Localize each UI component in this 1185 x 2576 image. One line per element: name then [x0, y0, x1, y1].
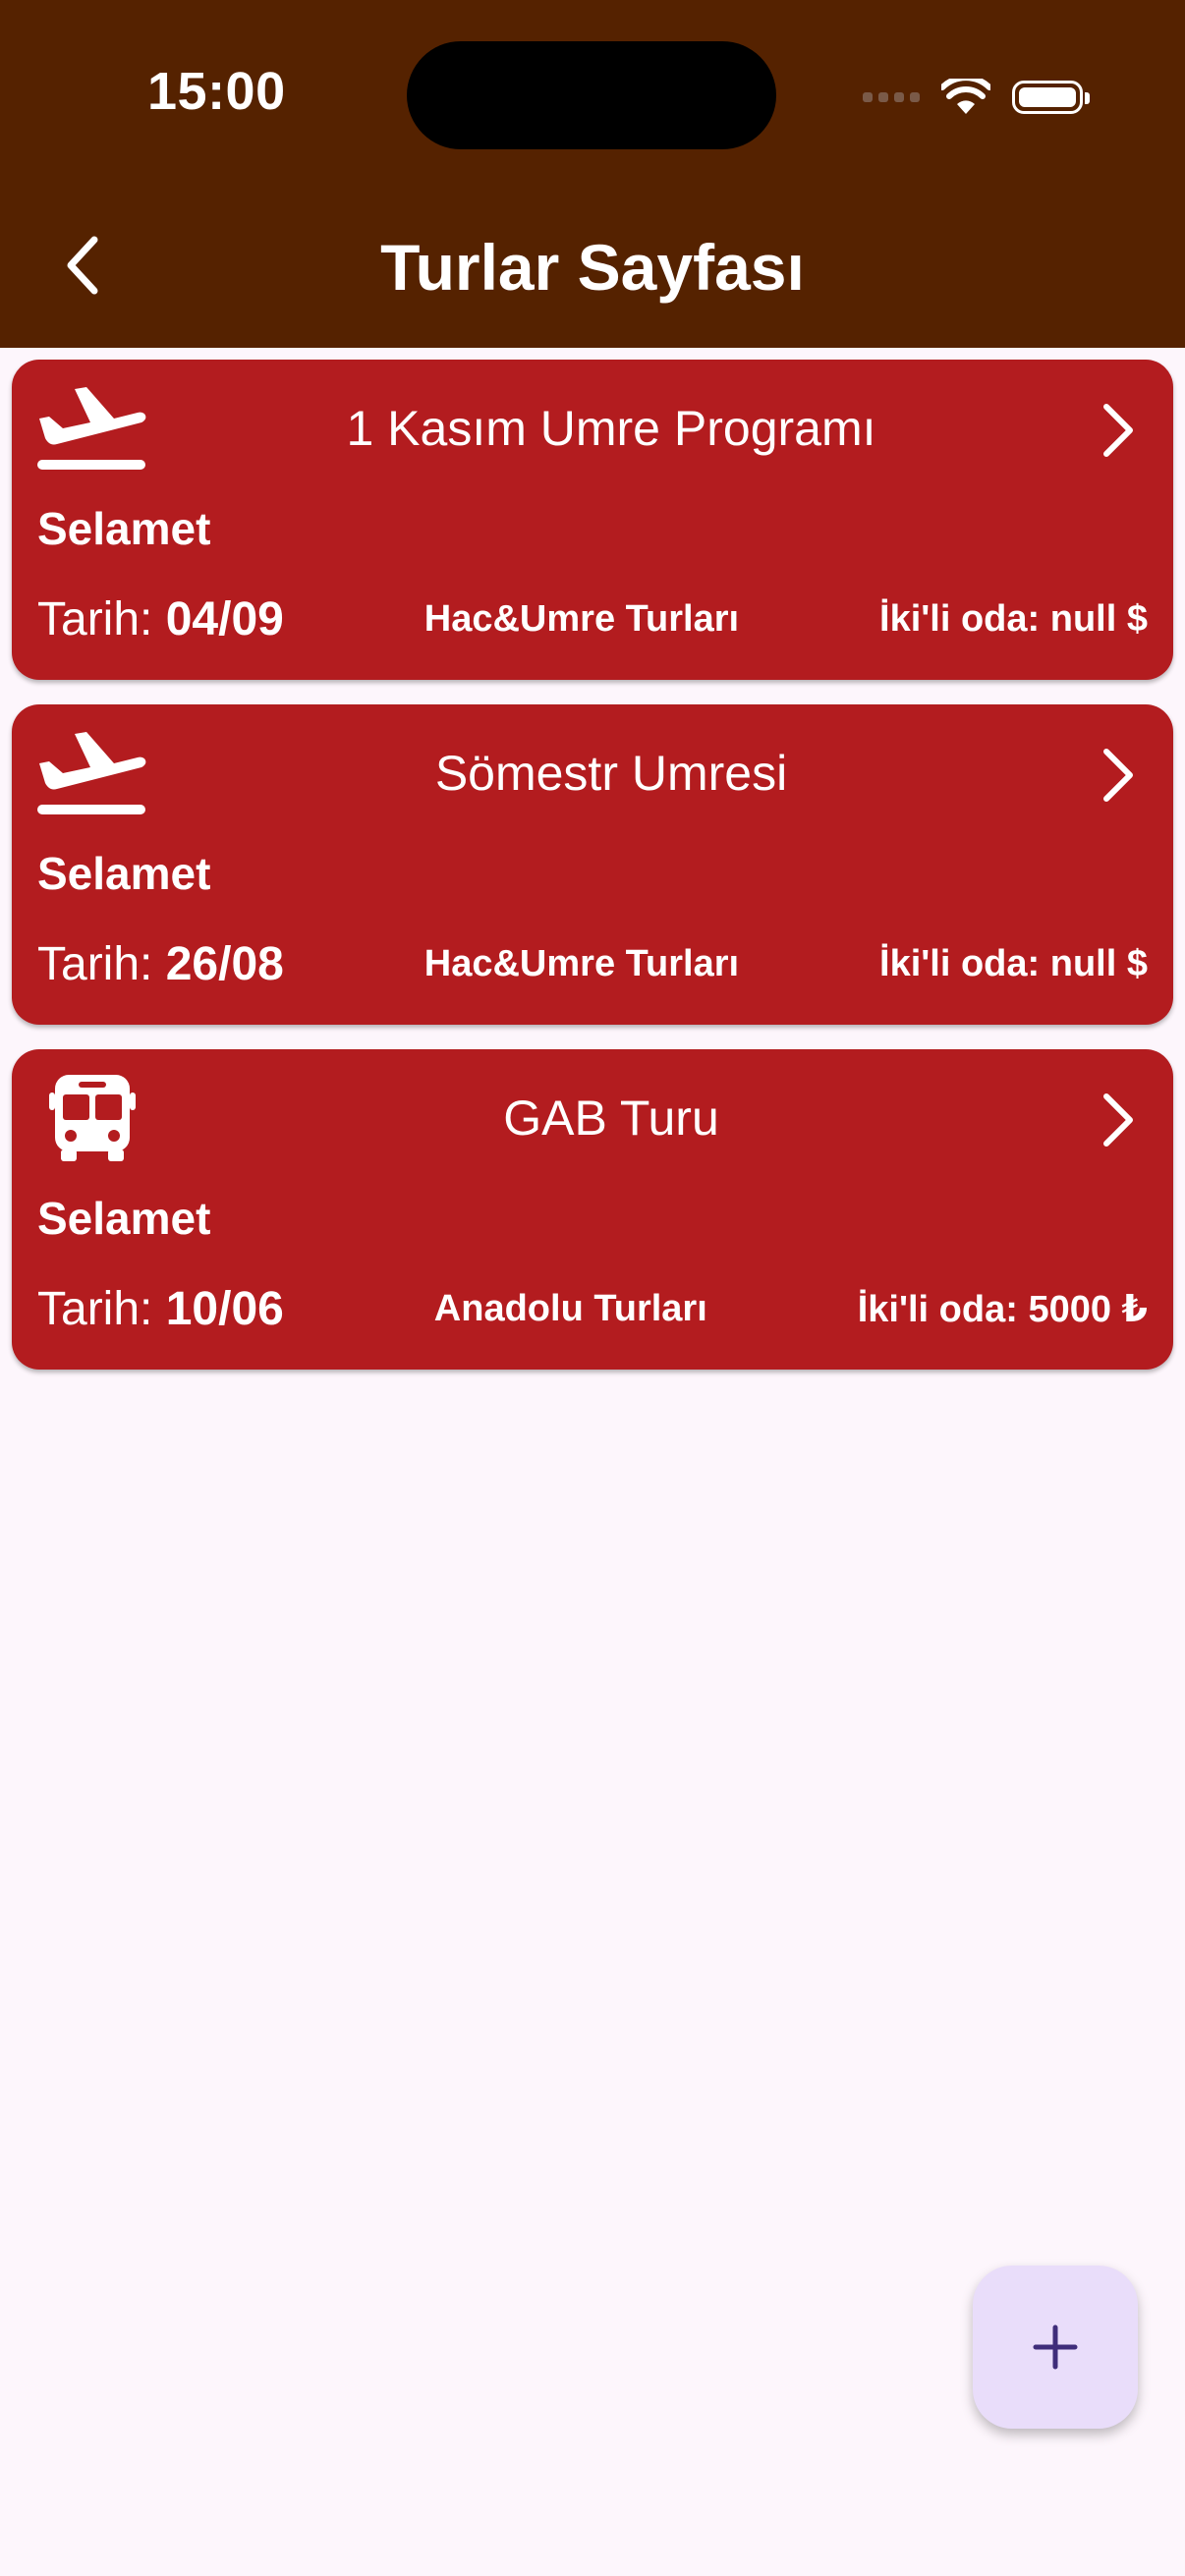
- tour-category: Anadolu Turları: [433, 1287, 707, 1329]
- chevron-right-icon: [1103, 1093, 1133, 1147]
- tour-date: Tarih: 04/09: [37, 592, 284, 646]
- date-value: 10/06: [165, 1282, 284, 1335]
- tour-title: Sömestr Umresi: [434, 746, 788, 801]
- date-label: Tarih:: [37, 592, 153, 645]
- tour-card[interactable]: 1 Kasım Umre Programı Selamet Tarih: 04/…: [12, 360, 1173, 680]
- tour-date: Tarih: 26/08: [37, 937, 284, 991]
- tour-title: 1 Kasım Umre Programı: [346, 401, 876, 456]
- tour-price: İki'li oda: 5000 ₺: [857, 1288, 1148, 1330]
- date-label: Tarih:: [37, 1282, 153, 1335]
- tour-card[interactable]: GAB Turu Selamet Tarih: 10/06 Anadolu Tu…: [12, 1049, 1173, 1370]
- tour-company: Selamet: [37, 503, 211, 554]
- tour-card[interactable]: Sömestr Umresi Selamet Tarih: 26/08 Hac&…: [12, 704, 1173, 1025]
- add-tour-button[interactable]: [973, 2266, 1138, 2429]
- tour-category: Hac&Umre Turları: [423, 597, 740, 640]
- plane-departure-icon: [37, 732, 146, 814]
- date-value: 04/09: [165, 592, 284, 645]
- tour-details: Tarih: 04/09 Hac&Umre Turları İki'li oda…: [37, 588, 1148, 650]
- chevron-right-icon: [1103, 404, 1133, 457]
- plane-departure-icon: [37, 387, 146, 470]
- app-bar: 15:00 Turlar Sayfası: [0, 0, 1185, 348]
- tour-details: Tarih: 26/08 Hac&Umre Turları İki'li oda…: [37, 932, 1148, 995]
- cellular-signal-icon: [863, 92, 920, 102]
- tour-company: Selamet: [37, 848, 211, 899]
- tour-price: İki'li oda: null $: [879, 942, 1148, 984]
- dynamic-island: [407, 41, 776, 149]
- battery-icon: [1012, 81, 1090, 114]
- tour-price: İki'li oda: null $: [879, 597, 1148, 640]
- tour-date: Tarih: 10/06: [37, 1282, 284, 1336]
- tour-title: GAB Turu: [503, 1091, 719, 1146]
- date-value: 26/08: [165, 937, 284, 990]
- status-time: 15:00: [147, 62, 286, 121]
- tour-category: Hac&Umre Turları: [423, 942, 740, 984]
- tour-company: Selamet: [37, 1193, 211, 1244]
- date-label: Tarih:: [37, 937, 153, 990]
- plus-icon: [1033, 2324, 1078, 2370]
- tour-details: Tarih: 10/06 Anadolu Turları İki'li oda:…: [37, 1277, 1148, 1340]
- wifi-icon: [941, 79, 990, 114]
- bus-icon: [49, 1075, 136, 1161]
- status-icons: [863, 75, 1090, 120]
- chevron-right-icon: [1103, 749, 1133, 802]
- page-title: Turlar Sayfası: [380, 231, 805, 304]
